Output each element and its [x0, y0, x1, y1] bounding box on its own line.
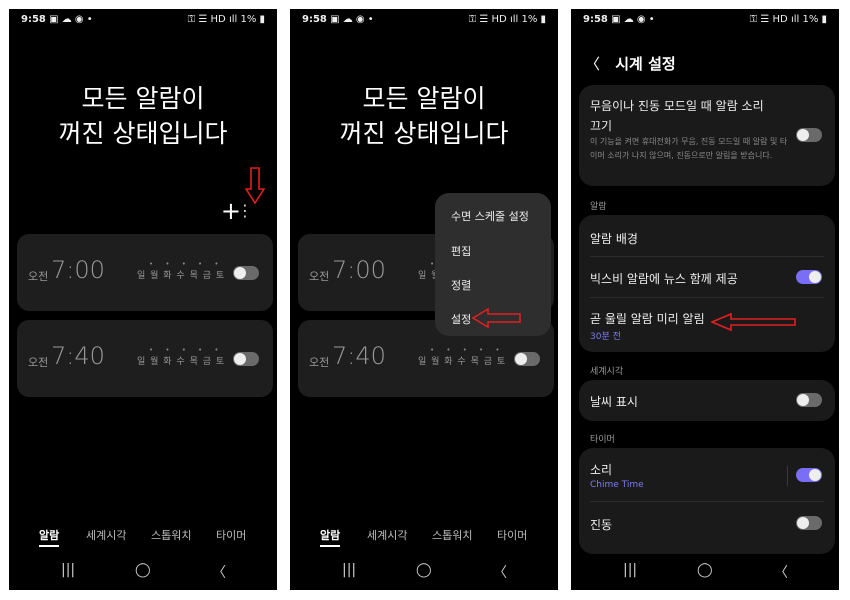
- divider: [590, 501, 824, 502]
- menu-item-sleep-schedule[interactable]: 수면 스케줄 설정: [451, 208, 529, 224]
- upcoming-alarm-value: 30분 전: [590, 332, 621, 342]
- divider: [590, 297, 824, 298]
- divider: [787, 466, 788, 486]
- tab-stopwatch[interactable]: 스톱워치: [151, 527, 191, 543]
- alarm-time: 7:40: [332, 342, 386, 370]
- alarm-screen-phone: 9:58 ▣ ☁ ◉ • ⚿ ☰ HD ıll 1% ▮ 모든 알람이 꺼진 상…: [9, 9, 277, 590]
- back-icon[interactable]: 〈: [774, 562, 788, 582]
- headline-line-1: 모든 알람이: [81, 84, 205, 113]
- alarm-card[interactable]: 오전 7:00 • • • • • 일 월 화 수 목 금 토: [17, 234, 273, 311]
- home-icon[interactable]: ◯: [135, 562, 151, 578]
- status-system-icons: ⚿ ☰ HD ıll 1% ▮: [187, 14, 265, 25]
- sound-value: Chime Time: [590, 480, 644, 490]
- alarm-ampm: 오전: [28, 356, 49, 369]
- clock-settings-phone: 9:58 ▣ ☁ ◉ • ⚿ ☰ HD ıll 1% ▮ 〈 시계 설정 무음이…: [571, 9, 839, 590]
- mute-alarm-description: 이 기능을 켜면 휴대전화가 무음, 진동 모드일 때 알람 및 타이머 소리가…: [590, 137, 788, 160]
- status-time: 9:58: [21, 14, 46, 25]
- sound-toggle[interactable]: [796, 468, 822, 482]
- back-icon[interactable]: 〈: [493, 562, 507, 582]
- mute-alarm-title-line-1: 무음이나 진동 모드일 때 알람 소리: [590, 99, 764, 113]
- alarm-days: 일 월 화 수 목 금 토: [418, 357, 507, 367]
- recent-apps-icon[interactable]: |||: [342, 562, 356, 578]
- status-notification-icons: ▣ ☁ ◉ •: [611, 14, 655, 25]
- recent-apps-icon[interactable]: |||: [61, 562, 75, 578]
- alarm-days: 일 월 화 수 목 금 토: [137, 357, 226, 367]
- vibration-toggle[interactable]: [796, 516, 822, 530]
- headline-line-1: 모든 알람이: [362, 84, 486, 113]
- tab-stopwatch[interactable]: 스톱워치: [432, 527, 472, 543]
- annotation-arrow-left: [472, 307, 521, 329]
- bixby-news-toggle[interactable]: [796, 270, 822, 284]
- status-notification-icons: ▣ ☁ ◉ •: [330, 14, 374, 25]
- recent-apps-icon[interactable]: |||: [623, 562, 637, 578]
- alarm-ampm: 오전: [309, 356, 330, 369]
- divider: [590, 256, 824, 257]
- bottom-tabs: 알람 세계시각 스톱워치 타이머: [290, 527, 558, 547]
- status-notification-icons: ▣ ☁ ◉ •: [49, 14, 93, 25]
- system-nav-bar: ||| ◯ 〈: [290, 562, 558, 582]
- back-icon[interactable]: 〈: [212, 562, 226, 582]
- alarm-toggle[interactable]: [514, 352, 540, 366]
- bixby-news-item[interactable]: 빅스비 알람에 뉴스 함께 제공: [590, 270, 738, 287]
- empty-state-headline: 모든 알람이 꺼진 상태입니다: [290, 81, 558, 151]
- status-bar: 9:58 ▣ ☁ ◉ • ⚿ ☰ HD ıll 1% ▮: [21, 14, 265, 28]
- timer-settings-panel: 소리 Chime Time 진동: [579, 448, 835, 554]
- mute-alarm-panel[interactable]: 무음이나 진동 모드일 때 알람 소리 끄기 이 기능을 켜면 휴대전화가 무음…: [579, 85, 835, 186]
- home-icon[interactable]: ◯: [697, 562, 713, 578]
- sound-item[interactable]: 소리: [590, 461, 612, 478]
- status-bar: 9:58 ▣ ☁ ◉ • ⚿ ☰ HD ıll 1% ▮: [583, 14, 827, 28]
- upcoming-alarm-item[interactable]: 곧 울릴 알람 미리 알림: [590, 310, 705, 327]
- settings-header: 〈 시계 설정: [585, 53, 676, 74]
- alarm-time: 7:00: [332, 256, 386, 284]
- alarm-day-dots: • • • • •: [149, 346, 224, 354]
- bottom-tabs: 알람 세계시각 스톱워치 타이머: [9, 527, 277, 547]
- annotation-arrow-down: [245, 167, 265, 205]
- alarm-toggle[interactable]: [233, 266, 259, 280]
- weather-toggle[interactable]: [796, 393, 822, 407]
- system-nav-bar: ||| ◯ 〈: [571, 562, 839, 582]
- tab-alarm[interactable]: 알람: [320, 527, 341, 547]
- section-alarm: 알람: [590, 202, 607, 212]
- vibration-item[interactable]: 진동: [590, 516, 612, 533]
- alarm-background-item[interactable]: 알람 배경: [590, 230, 638, 247]
- alarm-day-dots: • • • • •: [149, 260, 224, 268]
- section-timer: 타이머: [590, 435, 615, 445]
- status-time: 9:58: [583, 14, 608, 25]
- alarm-time: 7:40: [51, 342, 105, 370]
- weather-item[interactable]: 날씨 표시: [590, 393, 638, 410]
- system-nav-bar: ||| ◯ 〈: [9, 562, 277, 582]
- alarm-days: 일 월 화 수 목 금 토: [137, 271, 226, 281]
- tab-timer[interactable]: 타이머: [497, 527, 527, 543]
- annotation-arrow-left: [711, 312, 796, 332]
- world-clock-panel: 날씨 표시: [579, 380, 835, 421]
- tab-alarm[interactable]: 알람: [39, 527, 60, 547]
- section-world-clock: 세계시각: [590, 367, 624, 377]
- alarm-menu-phone: 9:58 ▣ ☁ ◉ • ⚿ ☰ HD ıll 1% ▮ 모든 알람이 꺼진 상…: [290, 9, 558, 590]
- page-title: 시계 설정: [615, 55, 676, 73]
- mute-alarm-title-line-2: 끄기: [590, 119, 613, 133]
- alarm-card[interactable]: 오전 7:40 • • • • • 일 월 화 수 목 금 토: [17, 320, 273, 397]
- tab-timer[interactable]: 타이머: [216, 527, 246, 543]
- tab-world-clock[interactable]: 세계시각: [86, 527, 126, 543]
- status-system-icons: ⚿ ☰ HD ıll 1% ▮: [749, 14, 827, 25]
- menu-item-edit[interactable]: 편집: [451, 243, 471, 259]
- alarm-toggle[interactable]: [233, 352, 259, 366]
- status-time: 9:58: [302, 14, 327, 25]
- empty-state-headline: 모든 알람이 꺼진 상태입니다: [9, 81, 277, 151]
- back-arrow-icon[interactable]: 〈: [585, 55, 600, 73]
- alarm-time: 7:00: [51, 256, 105, 284]
- menu-item-settings[interactable]: 설정: [451, 311, 471, 327]
- status-system-icons: ⚿ ☰ HD ıll 1% ▮: [468, 14, 546, 25]
- menu-item-sort[interactable]: 정렬: [451, 277, 471, 293]
- alarm-ampm: 오전: [309, 270, 330, 283]
- tab-world-clock[interactable]: 세계시각: [367, 527, 407, 543]
- headline-line-2: 꺼진 상태입니다: [58, 119, 228, 148]
- mute-alarm-toggle[interactable]: [796, 128, 822, 142]
- headline-line-2: 꺼진 상태입니다: [339, 119, 509, 148]
- home-icon[interactable]: ◯: [416, 562, 432, 578]
- alarm-ampm: 오전: [28, 270, 49, 283]
- alarm-day-dots: • • • • •: [430, 346, 505, 354]
- status-bar: 9:58 ▣ ☁ ◉ • ⚿ ☰ HD ıll 1% ▮: [302, 14, 546, 28]
